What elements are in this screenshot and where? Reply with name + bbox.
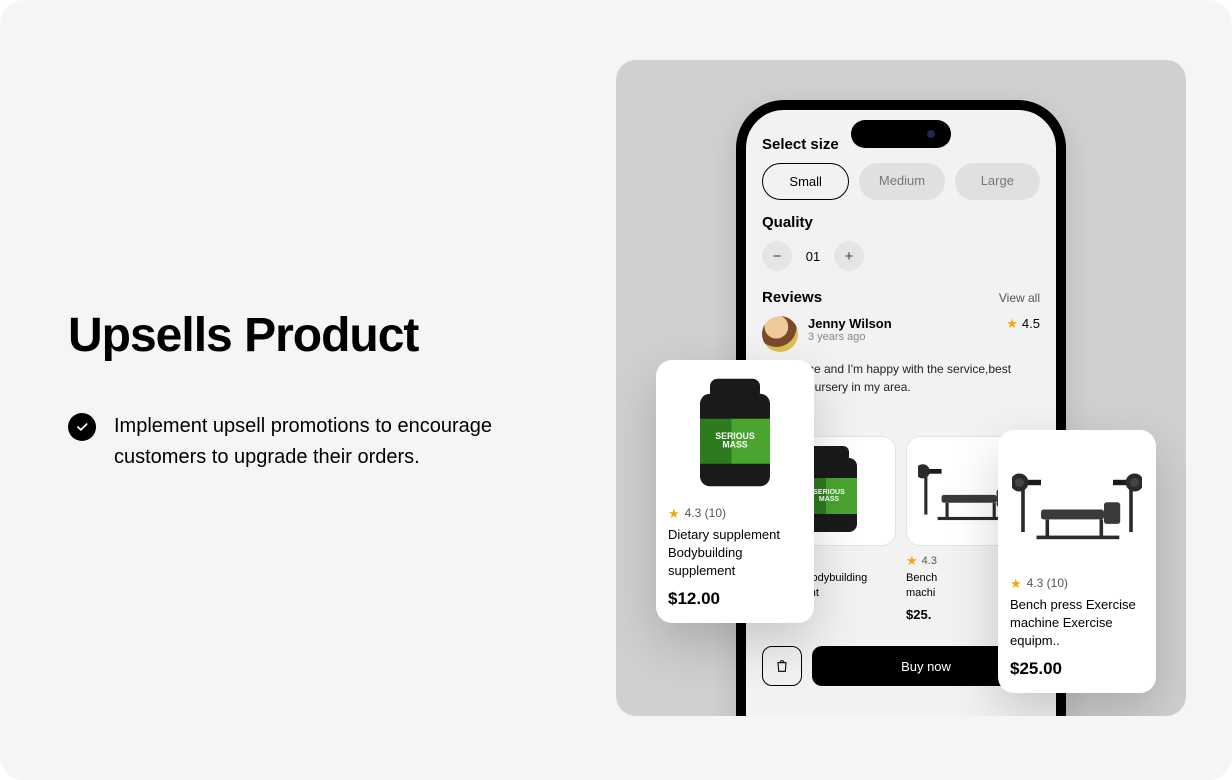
review-text: ce and I'm happy with the service,best n… [808,360,1040,396]
size-options: Small Medium Large [762,163,1040,200]
size-medium[interactable]: Medium [859,163,944,200]
star-icon: ★ [668,507,680,520]
cart-button[interactable] [762,646,802,686]
quantity-stepper: − 01 + [762,241,1040,271]
star-icon: ★ [1006,317,1018,330]
qty-minus[interactable]: − [762,241,792,271]
bullet-item: Implement upsell promotions to encourage… [68,411,568,473]
review-row: Jenny Wilson 3 years ago ★ 4.5 [762,316,1040,352]
text-pane: Upsells Product Implement upsell promoti… [0,0,616,780]
float-card-bench[interactable]: ★4.3 (10) Bench press Exercise machine E… [998,430,1156,693]
size-small[interactable]: Small [762,163,849,200]
float-card-supplement[interactable]: SERIOUSMASS ★4.3 (10) Dietary supplement… [656,360,814,623]
bag-icon [774,658,790,674]
review-time: 3 years ago [808,331,892,343]
quality-label: Quality [762,214,1040,231]
star-icon: ★ [906,554,918,567]
float-image: SERIOUSMASS [668,370,802,500]
mockup-container: Select size Small Medium Large Quality −… [616,60,1186,716]
qty-plus[interactable]: + [834,241,864,271]
float-rating: ★4.3 (10) [668,506,802,520]
float-price: $12.00 [668,589,802,609]
float-rating: ★4.3 (10) [1010,576,1144,590]
reviews-label: Reviews [762,289,822,306]
avatar [762,316,798,352]
float-price: $25.00 [1010,659,1144,679]
review-rating: ★ 4.5 [1006,316,1040,331]
star-icon: ★ [1010,577,1022,590]
view-all-link[interactable]: View all [999,291,1040,305]
reviews-header: Reviews View all [762,289,1040,306]
float-title: Bench press Exercise machine Exercise eq… [1010,596,1144,651]
qty-value: 01 [800,249,826,264]
protein-icon: SERIOUSMASS [693,379,778,492]
headline: Upsells Product [68,308,568,363]
bench-icon [1012,460,1142,550]
reviewer-name: Jenny Wilson [808,316,892,331]
review-rating-value: 4.5 [1022,316,1040,331]
float-image [1010,440,1144,570]
feature-card: Upsells Product Implement upsell promoti… [0,0,1232,780]
size-large[interactable]: Large [955,163,1040,200]
bullet-text: Implement upsell promotions to encourage… [114,411,554,473]
check-icon [68,413,96,441]
review-meta: Jenny Wilson 3 years ago [808,316,892,343]
mockup-pane: Select size Small Medium Large Quality −… [616,0,1232,780]
phone-notch [851,120,951,148]
float-title: Dietary supplement Bodybuilding suppleme… [668,526,802,581]
